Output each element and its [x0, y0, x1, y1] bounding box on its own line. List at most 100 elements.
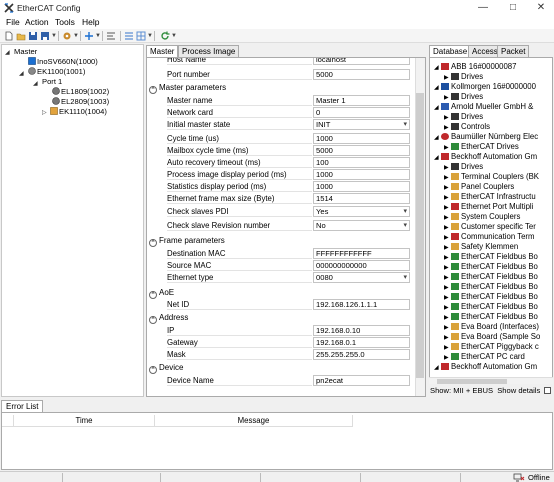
db-group[interactable]: ▶ Safety Klemmen: [444, 242, 518, 251]
expand-icon[interactable]: ▶: [444, 234, 449, 241]
section-aoe[interactable]: ^ AoE: [149, 288, 174, 299]
db-vendor-baumueller[interactable]: ◢ Baumüller Nürnberg Elec: [434, 132, 538, 141]
expand-icon[interactable]: ▶: [444, 304, 449, 311]
expand-icon[interactable]: ▶: [444, 314, 449, 321]
save-as-icon[interactable]: [40, 31, 50, 41]
db-group[interactable]: ▶ EtherCAT Piggyback c: [444, 342, 539, 351]
db-group[interactable]: ▶ EtherCAT Fieldbus Bo: [444, 252, 538, 261]
expand-icon[interactable]: ▶: [444, 94, 449, 101]
prop-dropdown[interactable]: 0080: [313, 272, 410, 283]
collapse-icon[interactable]: ◢: [434, 104, 439, 111]
table-icon[interactable]: [136, 31, 146, 41]
db-group[interactable]: ▶ EtherCAT Fieldbus Bo: [444, 262, 538, 271]
prop-value[interactable]: localhost: [313, 58, 410, 65]
minimize-button[interactable]: —: [468, 0, 498, 16]
collapse-icon[interactable]: ^: [149, 239, 157, 247]
horizontal-scrollbar[interactable]: [429, 377, 553, 384]
move-icon[interactable]: [84, 31, 94, 41]
refresh-icon[interactable]: [160, 31, 170, 41]
menu-help[interactable]: Help: [82, 17, 99, 27]
expand-icon[interactable]: ▶: [444, 334, 449, 341]
tree-node-inosv660n[interactable]: InoSV660N(1000): [28, 57, 98, 66]
collapse-icon[interactable]: ◢: [434, 154, 439, 161]
expand-icon[interactable]: ▶: [444, 244, 449, 251]
expand-icon[interactable]: ▶: [444, 144, 449, 151]
db-vendor-kollmorgen[interactable]: ◢ Kollmorgen 16#0000000: [434, 82, 536, 91]
db-group[interactable]: ▶ System Couplers: [444, 212, 520, 221]
expand-icon[interactable]: ▶: [444, 324, 449, 331]
menu-tools[interactable]: Tools: [55, 17, 75, 27]
db-group[interactable]: ▶ Terminal Couplers (BK: [444, 172, 539, 181]
section-master-parameters[interactable]: ^ Master parameters: [149, 83, 226, 94]
db-group[interactable]: ▶ EtherCAT Fieldbus Bo: [444, 312, 538, 321]
section-device[interactable]: ^ Device: [149, 363, 183, 374]
db-vendor-beckhoff[interactable]: ◢ Beckhoff Automation Gm: [434, 152, 537, 161]
prop-value[interactable]: 000000000000: [313, 260, 410, 271]
collapse-icon[interactable]: ◢: [434, 64, 439, 71]
collapse-icon[interactable]: ^: [149, 366, 157, 374]
tab-error-list[interactable]: Error List: [1, 400, 44, 412]
expand-icon[interactable]: ▶: [444, 114, 449, 121]
expand-icon[interactable]: ◢: [33, 80, 38, 87]
db-group[interactable]: ▶ Drives: [444, 92, 483, 101]
expand-icon[interactable]: ▶: [444, 204, 449, 211]
expand-icon[interactable]: ▶: [444, 214, 449, 221]
chevron-down-icon[interactable]: ▼: [51, 33, 57, 39]
chevron-down-icon[interactable]: ▼: [147, 33, 153, 39]
close-button[interactable]: ✕: [526, 0, 554, 16]
expand-icon[interactable]: ▶: [444, 124, 449, 131]
chevron-down-icon[interactable]: ▼: [171, 33, 177, 39]
expand-icon[interactable]: ▶: [444, 294, 449, 301]
vertical-scrollbar[interactable]: [415, 58, 425, 396]
db-group[interactable]: ▶ Ethernet Port Multipli: [444, 202, 533, 211]
tree-node-port-1[interactable]: Port 1: [42, 77, 62, 86]
maximize-button[interactable]: □: [498, 0, 528, 16]
collapse-icon[interactable]: ◢: [434, 134, 439, 141]
prop-value[interactable]: 1000: [313, 169, 410, 180]
expand-icon[interactable]: ▶: [444, 74, 449, 81]
db-vendor-abb[interactable]: ◢ ABB 16#00000087: [434, 62, 516, 71]
db-group[interactable]: ▶ EtherCAT Infrastructu: [444, 192, 536, 201]
menu-file[interactable]: File: [6, 17, 20, 27]
prop-dropdown[interactable]: No: [313, 220, 410, 231]
device-tree[interactable]: ◢ Master InoSV660N(1000) ◢ EK1100(1001) …: [1, 44, 144, 397]
expand-icon[interactable]: ▶: [444, 164, 449, 171]
expand-icon[interactable]: ◢: [19, 70, 24, 77]
tree-node-master[interactable]: Master: [14, 47, 37, 56]
expand-icon[interactable]: ▶: [444, 344, 449, 351]
collapse-icon[interactable]: ^: [149, 316, 157, 324]
collapse-icon[interactable]: ^: [149, 291, 157, 299]
open-folder-icon[interactable]: [16, 31, 26, 41]
db-group[interactable]: ▶ EtherCAT Drives: [444, 142, 519, 151]
db-group[interactable]: ▶ EtherCAT Fieldbus Bo: [444, 272, 538, 281]
tree-node-el1809[interactable]: EL1809(1002): [52, 87, 109, 96]
property-grid[interactable]: Host Name localhost Port number 5000 ^ Ma…: [146, 57, 426, 397]
prop-dropdown[interactable]: Yes: [313, 206, 410, 217]
expand-icon[interactable]: ▶: [444, 194, 449, 201]
tree-node-ek1110[interactable]: EK1110(1004): [50, 107, 107, 116]
db-group[interactable]: ▶ Panel Couplers: [444, 182, 514, 191]
prop-value[interactable]: pn2ecat: [313, 375, 410, 386]
db-group[interactable]: ▶ Drives: [444, 162, 483, 171]
prop-value[interactable]: 1000: [313, 133, 410, 144]
prop-value[interactable]: 0: [313, 107, 410, 118]
chevron-down-icon[interactable]: ▼: [73, 33, 79, 39]
prop-value[interactable]: 5000: [313, 69, 410, 80]
section-address[interactable]: ^ Address: [149, 313, 188, 324]
save-icon[interactable]: [28, 31, 38, 41]
prop-value[interactable]: Master 1: [313, 95, 410, 106]
expand-icon[interactable]: ◢: [5, 49, 10, 56]
db-group[interactable]: ▶ EtherCAT Fieldbus Bo: [444, 282, 538, 291]
prop-value[interactable]: 192.168.0.1: [313, 337, 410, 348]
menu-action[interactable]: Action: [25, 17, 49, 27]
tree-node-ek1100[interactable]: EK1100(1001): [28, 67, 85, 76]
db-group[interactable]: ▶ Eva Board (Interfaces): [444, 322, 539, 331]
prop-value[interactable]: 5000: [313, 145, 410, 156]
collapse-icon[interactable]: ▷: [42, 109, 47, 116]
prop-dropdown[interactable]: INIT: [313, 119, 410, 130]
column-header-time[interactable]: Time: [14, 415, 155, 427]
collapse-icon[interactable]: ^: [149, 86, 157, 94]
expand-icon[interactable]: ▶: [444, 224, 449, 231]
db-group[interactable]: ▶ Controls: [444, 122, 490, 131]
expand-icon[interactable]: ▶: [444, 184, 449, 191]
